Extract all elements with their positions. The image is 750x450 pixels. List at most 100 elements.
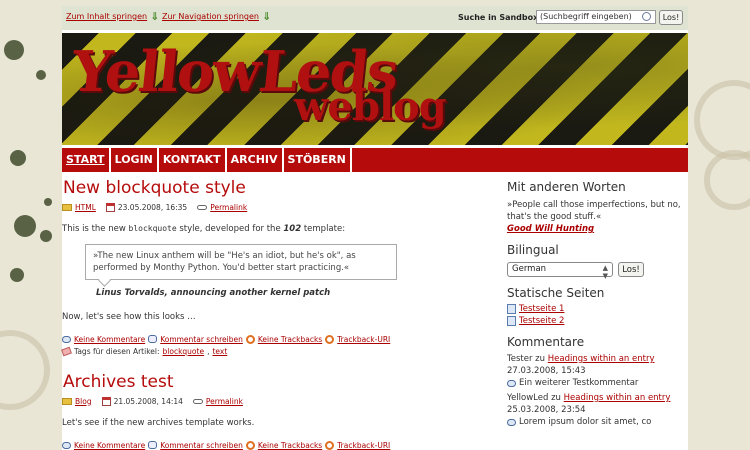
post-date: 21.05.2008, 14:14 xyxy=(113,396,183,406)
language-submit-button[interactable]: Los! xyxy=(618,262,644,277)
comment-icon xyxy=(507,418,516,426)
static-page-link[interactable]: Testseite 1 xyxy=(519,304,564,314)
paint-splat xyxy=(44,198,52,206)
paint-splat xyxy=(36,70,46,80)
search-label: Suche in Sandbox: xyxy=(458,13,542,22)
comment-icon xyxy=(62,335,71,343)
folder-icon xyxy=(62,203,72,211)
trackback-uri-icon xyxy=(325,334,335,344)
post-date: 23.05.2008, 16:35 xyxy=(117,202,188,212)
static-page-item: Testseite 1 xyxy=(507,304,689,314)
main-navigation: START LOGIN KONTAKT ARCHIV STÖBERN xyxy=(62,148,688,172)
comment-entry: YellowLed zu Headings within an entry 25… xyxy=(507,392,689,428)
skiplink-navigation[interactable]: Zur Navigation springen xyxy=(162,12,259,21)
post-tags: Tags für diesen Artikel: blockquote, tex… xyxy=(61,346,472,357)
trackbacks-link[interactable]: Keine Trackbacks xyxy=(258,441,322,450)
nav-item-stoebern[interactable]: STÖBERN xyxy=(284,148,352,172)
coffee-ring xyxy=(0,330,50,410)
tag-icon xyxy=(61,346,72,357)
skiplink-navigation-wrap: Zur Navigation springen ⇓ xyxy=(162,9,272,23)
tag-link[interactable]: text xyxy=(212,347,227,356)
post-title[interactable]: Archives test xyxy=(63,372,472,392)
post-links: Keine Kommentare Kommentar schreiben Kei… xyxy=(62,334,472,344)
paint-splat xyxy=(40,230,52,242)
coffee-ring xyxy=(694,80,750,160)
language-select-value: German xyxy=(512,264,547,274)
search-input[interactable]: (Suchbegriff eingeben) xyxy=(536,10,656,24)
search-button[interactable]: Los! xyxy=(659,10,683,25)
sidebar-quote-source[interactable]: Good Will Hunting xyxy=(507,224,594,234)
write-comment-icon xyxy=(148,335,158,343)
tag-link[interactable]: blockquote xyxy=(163,347,205,356)
sidebar: Mit anderen Worten »People call those im… xyxy=(507,180,689,428)
page-container: Zum Inhalt springen ⇓ Zur Navigation spr… xyxy=(61,6,689,450)
comment-text-line: Lorem ipsum dolor sit amet, co xyxy=(507,416,689,428)
trackback-uri-link[interactable]: Trackback-URI xyxy=(337,441,390,450)
nav-item-kontakt[interactable]: KONTAKT xyxy=(159,148,227,172)
comments-link[interactable]: Keine Kommentare xyxy=(74,335,145,344)
post: Archives test Blog 21.05.2008, 14:14 Per… xyxy=(62,372,472,450)
paint-splat xyxy=(4,40,24,60)
post-after-text: Now, let's see how this looks … xyxy=(62,312,196,322)
intro-text: This is the new xyxy=(62,224,129,234)
blockquote: »The new Linux anthem will be "He's an i… xyxy=(85,244,397,280)
static-page-item: Testseite 2 xyxy=(507,316,689,326)
comment-author: YellowLed xyxy=(507,393,549,403)
comment-zu: zu xyxy=(551,393,561,403)
arrow-down-icon: ⇓ xyxy=(261,9,272,23)
link-icon xyxy=(192,398,203,404)
post-intro: This is the new blockquote style, develo… xyxy=(62,224,472,234)
comment-icon xyxy=(507,379,516,387)
tags-label: Tags für diesen Artikel: xyxy=(74,347,160,356)
permalink[interactable]: Permalink xyxy=(206,397,243,406)
arrow-down-icon: ⇓ xyxy=(150,9,160,23)
header-banner[interactable]: YellowLeds weblog xyxy=(62,33,688,145)
intro-text: style, developed for the xyxy=(176,224,284,234)
nav-item-start[interactable]: START xyxy=(62,148,111,172)
page-icon xyxy=(507,316,516,326)
folder-icon xyxy=(62,397,72,405)
select-arrows-icon: ▲ ▼ xyxy=(602,264,608,280)
write-comment-link[interactable]: Kommentar schreiben xyxy=(160,335,243,344)
comment-entry-link[interactable]: Headings within an entry xyxy=(564,393,671,403)
comment-entry: Tester zu Headings within an entry 27.03… xyxy=(507,353,689,389)
sidebar-heading-language: Bilingual xyxy=(507,243,559,257)
coffee-ring xyxy=(704,150,750,210)
permalink[interactable]: Permalink xyxy=(210,203,247,212)
trackback-icon xyxy=(245,334,255,344)
nav-item-archiv[interactable]: ARCHIV xyxy=(227,148,284,172)
intro-text: template: xyxy=(301,224,346,234)
trackback-uri-icon xyxy=(325,440,335,450)
nav-item-login[interactable]: LOGIN xyxy=(111,148,159,172)
comment-zu: zu xyxy=(535,354,546,364)
logo-subtitle: weblog xyxy=(294,83,447,130)
category-link[interactable]: HTML xyxy=(75,203,96,212)
calendar-icon xyxy=(105,202,115,212)
comment-text-line: Ein weiterer Testkommentar xyxy=(507,377,689,389)
sidebar-quote-text: »People call those imperfections, but no… xyxy=(507,200,681,222)
post-meta: Blog 21.05.2008, 14:14 Permalink xyxy=(62,396,472,406)
intro-code: blockquote xyxy=(128,224,177,233)
static-page-link[interactable]: Testseite 2 xyxy=(519,316,564,326)
post-title[interactable]: New blockquote style xyxy=(63,178,472,198)
comment-date: 27.03.2008, 15:43 xyxy=(507,366,586,376)
language-select[interactable]: German ▲ ▼ xyxy=(507,262,613,280)
write-comment-icon xyxy=(148,441,158,449)
skiplink-content-wrap: Zum Inhalt springen ⇓ xyxy=(66,9,160,23)
trackback-uri-link[interactable]: Trackback-URI xyxy=(337,335,390,344)
sidebar-heading-pages: Statische Seiten xyxy=(507,286,605,300)
calendar-icon xyxy=(101,396,111,406)
comment-text: Ein weiterer Testkommentar xyxy=(519,378,639,388)
comments-link[interactable]: Keine Kommentare xyxy=(74,441,145,450)
skiplink-content[interactable]: Zum Inhalt springen xyxy=(66,12,147,21)
write-comment-link[interactable]: Kommentar schreiben xyxy=(160,441,243,450)
sidebar-heading-comments: Kommentare xyxy=(507,335,585,349)
paint-splat xyxy=(14,215,36,237)
sidebar-heading-quote: Mit anderen Worten xyxy=(507,180,626,194)
trackbacks-link[interactable]: Keine Trackbacks xyxy=(258,335,322,344)
quote-citation: Linus Torvalds, announcing another kerne… xyxy=(96,288,331,298)
comment-author-line: Tester zu Headings within an entry xyxy=(507,353,689,365)
category-link[interactable]: Blog xyxy=(75,397,92,406)
comment-entry-link[interactable]: Headings within an entry xyxy=(548,354,655,364)
comment-author-line: YellowLed zu Headings within an entry xyxy=(507,392,689,404)
